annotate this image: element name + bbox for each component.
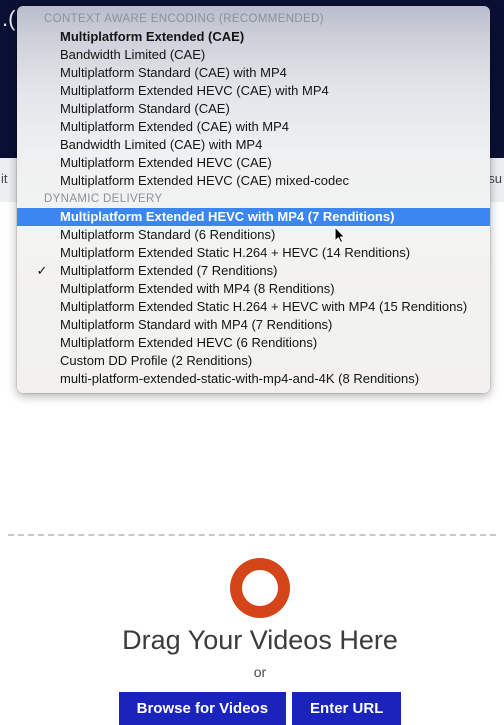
menu-item[interactable]: Multiplatform Standard (CAE) xyxy=(17,100,490,118)
menu-item[interactable]: Multiplatform Extended HEVC (CAE) with M… xyxy=(17,82,490,100)
menu-item-label: Multiplatform Extended HEVC (CAE) with M… xyxy=(60,83,329,98)
dropzone-actions: Browse for Videos Enter URL xyxy=(8,692,504,725)
menu-item[interactable]: Multiplatform Extended Static H.264 + HE… xyxy=(17,244,490,262)
check-icon: ✓ xyxy=(36,263,48,278)
menu-item[interactable]: Multiplatform Extended (CAE) with MP4 xyxy=(17,118,490,136)
menu-item-label: Bandwidth Limited (CAE) with MP4 xyxy=(60,137,263,152)
menu-item[interactable]: Multiplatform Extended Static H.264 + HE… xyxy=(17,298,490,316)
menu-item-label: Bandwidth Limited (CAE) xyxy=(60,47,206,62)
menu-item-label: Multiplatform Extended HEVC (CAE) xyxy=(60,155,272,170)
menu-item-label: Multiplatform Extended HEVC (6 Rendition… xyxy=(60,335,318,350)
menu-item-label: Multiplatform Standard (6 Renditions) xyxy=(60,227,276,242)
encoding-profile-dropdown-menu[interactable]: CONTEXT AWARE ENCODING (RECOMMENDED) Mult… xyxy=(17,6,490,393)
dropzone-title: Drag Your Videos Here xyxy=(122,625,398,655)
menu-item[interactable]: ✓ Multiplatform Extended (7 Renditions) xyxy=(17,262,490,280)
menu-section-header: DYNAMIC DELIVERY xyxy=(44,193,163,205)
menu-item[interactable]: Multiplatform Standard (CAE) with MP4 xyxy=(17,64,490,82)
menu-item-label: Multiplatform Extended (CAE) xyxy=(60,29,245,44)
subheader-right-text-fragment: su xyxy=(488,171,502,186)
menu-item[interactable]: Multiplatform Extended HEVC (6 Rendition… xyxy=(17,334,490,352)
menu-item[interactable]: multi-platform-extended-static-with-mp4-… xyxy=(17,370,490,388)
menu-item[interactable]: Multiplatform Standard with MP4 (7 Rendi… xyxy=(17,316,490,334)
menu-item[interactable]: Multiplatform Extended HEVC with MP4 (7 … xyxy=(17,208,490,226)
app-titlebar-text-fragment: .( xyxy=(2,6,16,31)
menu-item[interactable]: Custom DD Profile (2 Renditions) xyxy=(17,352,490,370)
menu-item-label: Multiplatform Standard with MP4 (7 Rendi… xyxy=(60,317,333,332)
menu-item[interactable]: Multiplatform Extended HEVC (CAE) xyxy=(17,154,490,172)
menu-item-label: Multiplatform Extended HEVC with MP4 (7 … xyxy=(60,209,395,224)
menu-item[interactable]: Multiplatform Extended HEVC (CAE) mixed-… xyxy=(17,172,490,190)
menu-item-label: Multiplatform Extended Static H.264 + HE… xyxy=(60,299,468,314)
menu-item[interactable]: Bandwidth Limited (CAE) with MP4 xyxy=(17,136,490,154)
menu-item-label: Multiplatform Standard (CAE) with MP4 xyxy=(60,65,287,80)
menu-item[interactable]: Multiplatform Extended with MP4 (8 Rendi… xyxy=(17,280,490,298)
menu-item[interactable]: Multiplatform Extended (CAE) xyxy=(17,28,490,46)
menu-item-label: Multiplatform Extended with MP4 (8 Rendi… xyxy=(60,281,335,296)
menu-item-label: Multiplatform Extended (7 Renditions) xyxy=(60,263,278,278)
menu-item-label: Multiplatform Extended HEVC (CAE) mixed-… xyxy=(60,173,349,188)
dropzone-or-label: or xyxy=(253,664,267,680)
menu-item-label: Multiplatform Extended (CAE) with MP4 xyxy=(60,119,290,134)
menu-item-label: Multiplatform Extended Static H.264 + HE… xyxy=(60,245,411,260)
menu-item[interactable]: Bandwidth Limited (CAE) xyxy=(17,46,490,64)
subheader-left-text-fragment: it xyxy=(1,171,8,186)
menu-section-header: CONTEXT AWARE ENCODING (RECOMMENDED) xyxy=(44,13,324,25)
menu-item[interactable]: Multiplatform Standard (6 Renditions) xyxy=(17,226,490,244)
enter-url-button[interactable]: Enter URL xyxy=(292,692,402,725)
menu-item-label: Custom DD Profile (2 Renditions) xyxy=(60,353,253,368)
menu-item-label: Multiplatform Standard (CAE) xyxy=(60,101,230,116)
browse-for-videos-button[interactable]: Browse for Videos xyxy=(118,692,287,725)
circle-logo-inner-icon xyxy=(242,570,278,606)
menu-item-label: multi-platform-extended-static-with-mp4-… xyxy=(60,371,420,386)
